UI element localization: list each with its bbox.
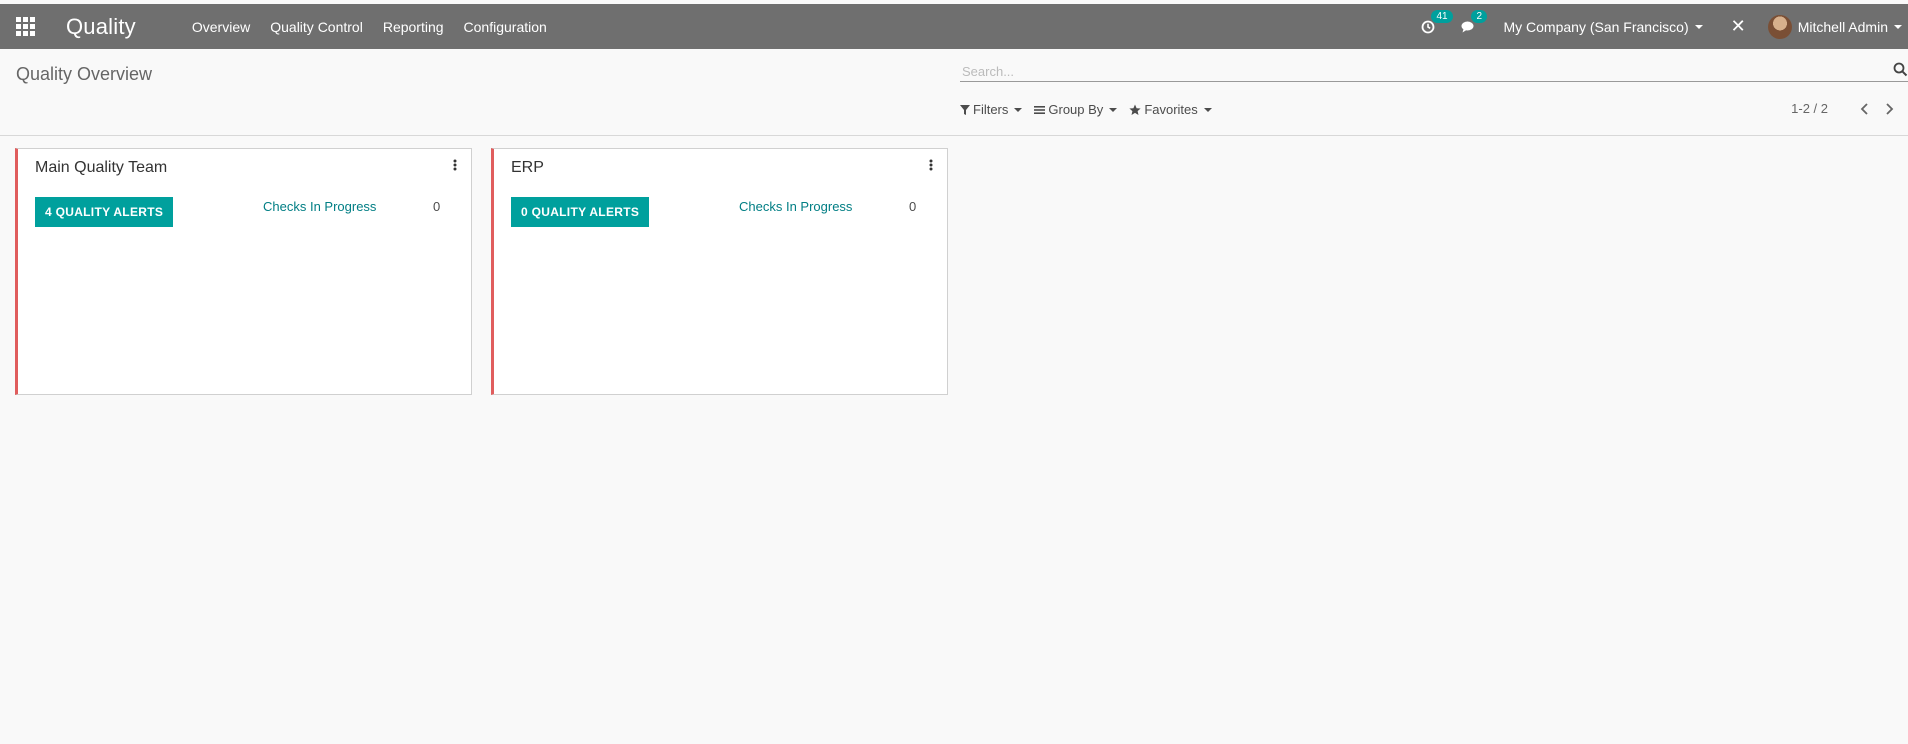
filters-dropdown[interactable]: Filters [960, 102, 1023, 117]
checks-in-progress-count: 0 [433, 199, 441, 214]
app-brand[interactable]: Quality [66, 14, 136, 40]
chevron-down-icon [1203, 107, 1212, 112]
menu-item-configuration[interactable]: Configuration [464, 19, 547, 35]
company-name: My Company (San Francisco) [1503, 18, 1689, 35]
favorites-label: Favorites [1144, 102, 1198, 117]
pager: 1-2 / 2 [1791, 101, 1894, 116]
close-icon[interactable]: ✕ [1731, 16, 1746, 37]
checks-in-progress-link[interactable]: Checks In Progress [739, 199, 852, 214]
quality-alerts-button[interactable]: 4 QUALITY ALERTS [35, 197, 174, 227]
team-card-erp[interactable]: ERP 0 QUALITY ALERTS Checks In Progress … [491, 148, 948, 395]
activity-count-badge: 41 [1431, 9, 1453, 23]
checks-in-progress-link[interactable]: Checks In Progress [263, 199, 376, 214]
chevron-down-icon [1014, 107, 1023, 112]
page-title: Quality Overview [16, 64, 153, 84]
group-by-dropdown[interactable]: Group By [1034, 102, 1118, 117]
chevron-down-icon [1109, 107, 1118, 112]
chevron-right-icon[interactable] [1884, 102, 1894, 115]
search-icon[interactable] [1893, 62, 1908, 77]
app-menu-grid-icon[interactable] [14, 16, 36, 38]
team-name: ERP [511, 159, 544, 176]
avatar [1767, 14, 1792, 39]
kebab-menu-icon[interactable] [453, 159, 457, 171]
control-panel: Quality Overview Filters Group By [0, 49, 1908, 136]
user-menu[interactable]: Mitchell Admin [1767, 14, 1902, 39]
pager-value[interactable]: 1-2 / 2 [1791, 101, 1828, 116]
menu-item-quality-control[interactable]: Quality Control [270, 19, 363, 35]
activity-button[interactable]: 41 [1421, 9, 1453, 34]
team-card-main-quality-team[interactable]: Main Quality Team 4 QUALITY ALERTS Check… [15, 148, 472, 395]
search-options: Filters Group By Favorites [960, 102, 1224, 117]
chevron-down-icon [1894, 24, 1902, 29]
chevron-left-icon[interactable] [1860, 102, 1870, 115]
chevron-down-icon [1694, 24, 1703, 29]
search-input[interactable] [960, 61, 1864, 81]
search-bar [960, 61, 1908, 82]
group-by-label: Group By [1048, 102, 1104, 117]
filters-label: Filters [973, 102, 1009, 117]
list-icon [1034, 105, 1046, 114]
messaging-button[interactable]: 2 [1461, 9, 1488, 34]
top-navbar: Quality Overview Quality Control Reporti… [0, 4, 1908, 49]
favorites-dropdown[interactable]: Favorites [1129, 102, 1212, 117]
message-count-badge: 2 [1471, 9, 1488, 23]
menu-item-reporting[interactable]: Reporting [383, 19, 444, 35]
star-icon [1129, 104, 1141, 115]
team-name: Main Quality Team [35, 159, 168, 176]
kebab-menu-icon[interactable] [929, 159, 933, 171]
checks-in-progress-count: 0 [909, 199, 917, 214]
quality-alerts-button[interactable]: 0 QUALITY ALERTS [511, 197, 650, 227]
menu-item-overview[interactable]: Overview [192, 19, 250, 35]
company-switcher[interactable]: My Company (San Francisco) [1503, 18, 1703, 35]
user-name: Mitchell Admin [1797, 18, 1888, 35]
main-menu: Overview Quality Control Reporting Confi… [192, 19, 567, 35]
filter-icon [960, 104, 970, 115]
systray: 41 2 My Company (San Francisco) ✕ Mitche… [1421, 4, 1908, 49]
